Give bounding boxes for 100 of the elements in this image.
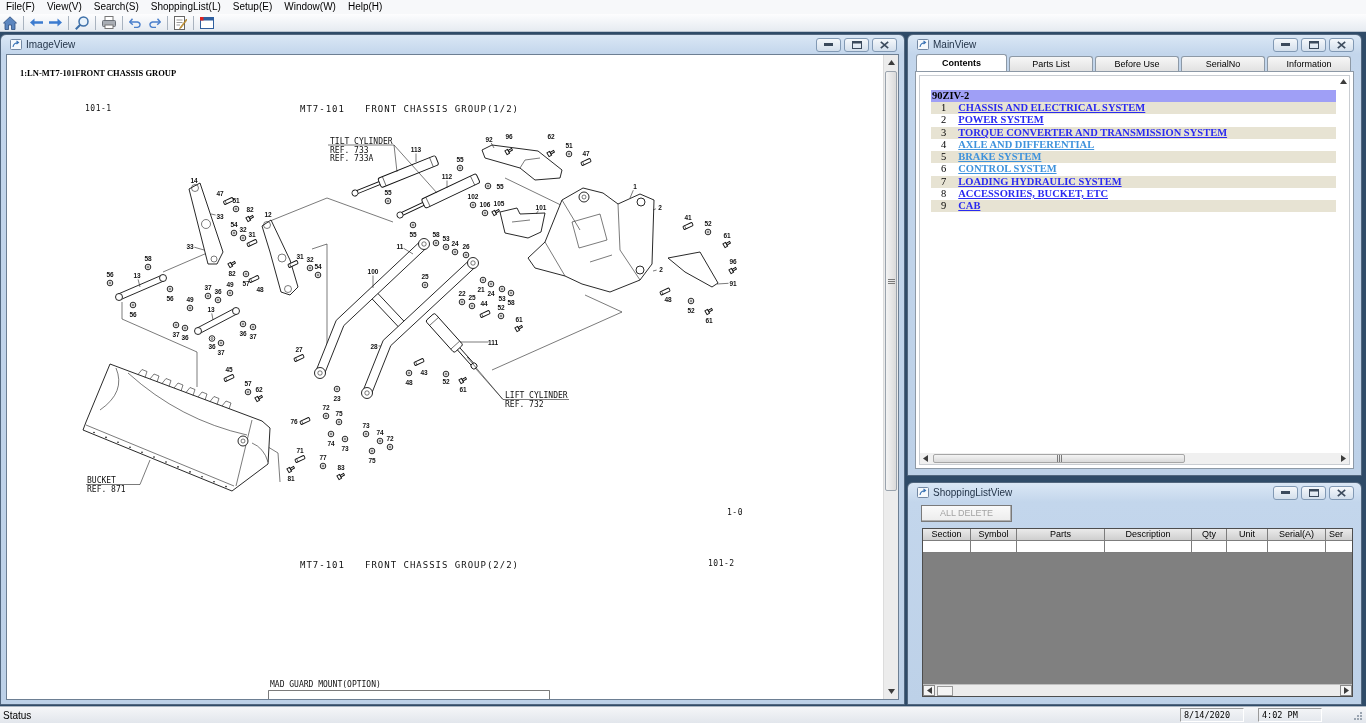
washer-drawing: [565, 150, 573, 158]
table-cell: [1268, 541, 1326, 553]
scrollbar-thumb[interactable]: [885, 71, 897, 491]
callout-note: TILT CYLINDER REF. 733 REF. 733A: [330, 136, 393, 162]
tab[interactable]: SerialNo: [1181, 56, 1265, 71]
column-header: Description: [1105, 529, 1192, 541]
leader-line: [137, 279, 141, 288]
menu-item[interactable]: ShoppingList(L): [144, 0, 227, 14]
search-icon[interactable]: [75, 15, 89, 30]
bolt-drawing: [546, 150, 555, 158]
down-arrow-icon: [887, 689, 895, 694]
close-button[interactable]: [872, 37, 897, 52]
leader-line: [459, 341, 489, 343]
scroll-left-button[interactable]: [923, 685, 935, 696]
tab[interactable]: Contents: [916, 54, 1007, 71]
maximize-icon: [851, 40, 862, 49]
minimize-button[interactable]: [1273, 37, 1298, 52]
close-button[interactable]: [1329, 37, 1354, 52]
close-button[interactable]: [1329, 485, 1354, 500]
section-number: 3: [941, 126, 947, 139]
washer-drawing: [405, 369, 413, 377]
leader-line: [629, 189, 634, 199]
washer-drawing: [333, 385, 341, 393]
section-link[interactable]: LOADING HYDRAULIC SYSTEM: [958, 175, 1122, 188]
washer-drawing: [497, 312, 505, 320]
menu-item[interactable]: Setup(E): [226, 0, 279, 14]
callout-note: LIFT CYLINDER REF. 732: [505, 390, 568, 408]
table-cell: [1227, 541, 1268, 553]
status-date: 8/14/2020: [1180, 708, 1244, 722]
leader-line: [210, 213, 216, 216]
maximize-icon: [1308, 488, 1319, 497]
leader-line: [85, 459, 151, 485]
bolt-drawing: [254, 395, 263, 403]
menu-item[interactable]: Window(W): [278, 0, 342, 14]
maximize-button[interactable]: [844, 37, 869, 52]
menu-item[interactable]: Help(H): [341, 0, 389, 14]
bolt-drawing: [491, 209, 500, 217]
washer-drawing: [129, 301, 137, 309]
section-link[interactable]: CHASSIS AND ELECTRICAL SYSTEM: [958, 102, 1146, 115]
washer-drawing: [687, 297, 695, 305]
section-link[interactable]: TORQUE CONVERTER AND TRANSMISSION SYSTEM: [958, 126, 1228, 139]
resize-grip-icon[interactable]: [1352, 710, 1362, 720]
bolt-drawing: [245, 215, 254, 223]
washer-drawing: [484, 182, 492, 190]
bolt-drawing: [458, 377, 467, 385]
window-title: MainView: [933, 38, 977, 51]
tab[interactable]: Parts List: [1009, 56, 1093, 71]
column-header: Symbol: [971, 529, 1017, 541]
window-title: ShoppingListView: [933, 486, 1013, 499]
tooth-drawing: [667, 251, 719, 288]
section-link[interactable]: POWER SYSTEM: [958, 114, 1044, 127]
maximize-button[interactable]: [1301, 485, 1326, 500]
scrollbar-thumb[interactable]: [933, 454, 1185, 463]
home-icon[interactable]: [3, 15, 17, 30]
edit-document-icon[interactable]: [174, 15, 187, 30]
link-drawing: [194, 307, 240, 335]
scroll-right-button[interactable]: [1340, 685, 1352, 696]
back-arrow-icon[interactable]: [30, 18, 43, 27]
menu-item[interactable]: File(F): [0, 0, 41, 14]
scroll-left-button[interactable]: [920, 453, 931, 464]
drawing-title: FRONT CHASSIS GROUP(2/2): [365, 560, 520, 570]
minimize-button[interactable]: [1273, 485, 1298, 500]
leader-line: [652, 269, 657, 272]
minimize-button[interactable]: [816, 37, 841, 52]
forward-arrow-icon[interactable]: [49, 18, 62, 27]
model-header: 90ZIV-2: [931, 90, 1336, 102]
bolt-drawing: [336, 473, 345, 481]
tab[interactable]: Information: [1267, 56, 1351, 71]
washer-drawing: [409, 221, 417, 229]
pin-drawing: [246, 238, 258, 248]
washer-drawing: [384, 197, 392, 205]
scrollbar-thumb[interactable]: [937, 685, 953, 696]
window-icon[interactable]: [200, 16, 214, 29]
scroll-right-button[interactable]: [1338, 453, 1349, 464]
leader-line: [378, 345, 382, 347]
printer-icon[interactable]: [102, 16, 116, 29]
grip-icon: [1056, 455, 1062, 462]
menu-item[interactable]: View(V): [40, 0, 88, 14]
pin-drawing: [287, 259, 299, 269]
minimize-icon: [824, 43, 833, 46]
drawing-title: FRONT CHASSIS GROUP(1/2): [365, 104, 520, 114]
pin-drawing: [294, 454, 306, 464]
menu-item[interactable]: Search(S): [87, 0, 145, 14]
section-number: 2: [941, 114, 947, 127]
pin-drawing: [479, 309, 491, 319]
section-link[interactable]: CAB: [958, 200, 981, 213]
section-link[interactable]: ACCESSORIES, BUCKET, ETC: [958, 187, 1108, 200]
column-header: Parts: [1017, 529, 1105, 541]
redo-icon[interactable]: [148, 17, 161, 28]
grip-icon: [887, 278, 895, 284]
link-drawing: [115, 274, 167, 301]
undo-icon[interactable]: [129, 17, 142, 28]
tab[interactable]: Before Use: [1095, 56, 1179, 71]
maximize-button[interactable]: [1301, 37, 1326, 52]
left-arrow-icon: [923, 455, 928, 462]
drawing-code: MT7-101: [300, 104, 345, 114]
close-icon: [1337, 40, 1346, 49]
scroll-up-button[interactable]: [1337, 76, 1349, 87]
section-number: 8: [941, 187, 947, 200]
washer-drawing: [106, 279, 114, 287]
